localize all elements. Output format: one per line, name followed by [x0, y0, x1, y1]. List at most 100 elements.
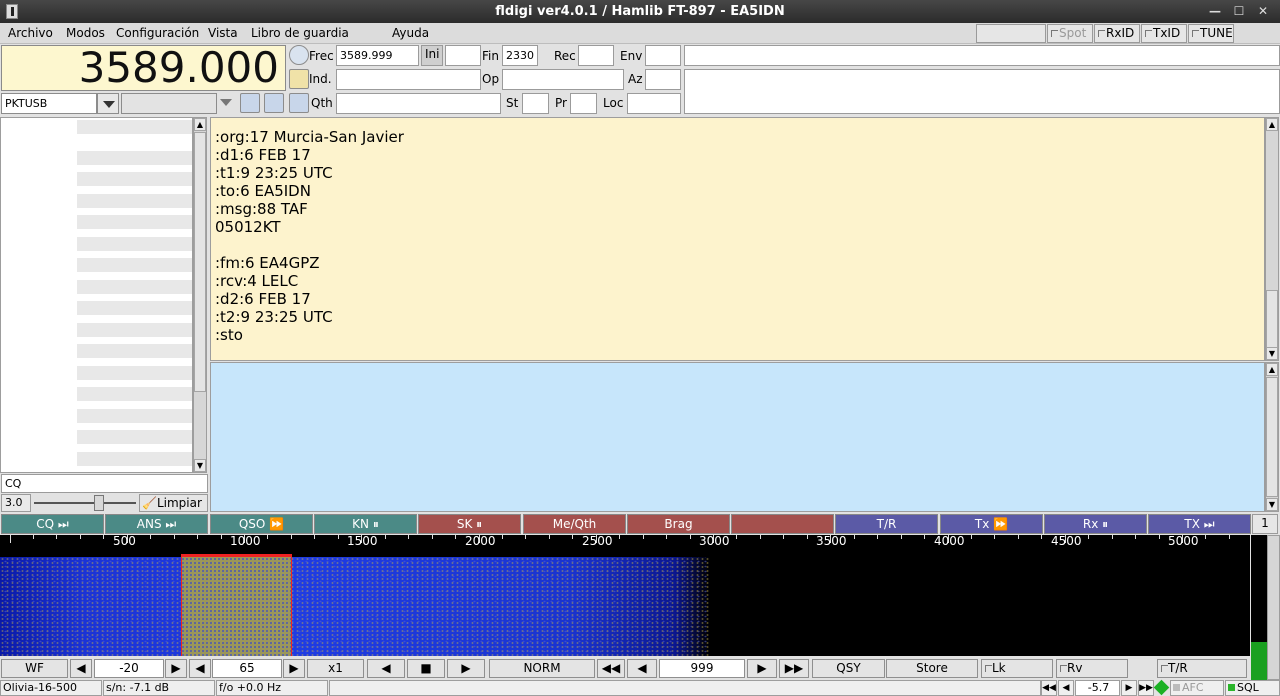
tr-toggle[interactable]: T/R: [1157, 659, 1247, 678]
bandwidth-dropdown-icon[interactable]: [220, 99, 232, 106]
macro-button-12[interactable]: TX ⏭: [1148, 514, 1251, 534]
range-up-button[interactable]: ▶: [283, 659, 305, 678]
spot-toggle[interactable]: Spot: [1047, 24, 1093, 43]
frequency-display[interactable]: 3589.000: [1, 45, 286, 91]
waterfall-scrollbar[interactable]: [1267, 535, 1280, 680]
txid-toggle[interactable]: TxID: [1141, 24, 1187, 43]
maximize-icon[interactable]: ☐: [1230, 3, 1248, 19]
ruler-tick: [56, 535, 57, 539]
zoom-button[interactable]: x1: [307, 659, 364, 678]
notes-field[interactable]: [684, 45, 1280, 66]
browser-search-field[interactable]: CQ: [1, 474, 208, 493]
fin-field[interactable]: 2330: [502, 45, 538, 66]
rig-refresh-icon[interactable]: [240, 93, 260, 113]
menu-vista[interactable]: Vista: [208, 26, 238, 40]
wf-mode-button[interactable]: WF: [1, 659, 68, 678]
app-icon[interactable]: [6, 4, 18, 19]
fast-right-button[interactable]: ▶▶: [779, 659, 809, 678]
sql-toggle[interactable]: SQL: [1225, 680, 1280, 696]
atten-up-icon[interactable]: ▶: [1121, 680, 1137, 696]
pr-field[interactable]: [570, 93, 597, 114]
st-field[interactable]: [522, 93, 549, 114]
fast-left-button[interactable]: ◀◀: [597, 659, 625, 678]
speed-button[interactable]: NORM: [489, 659, 595, 678]
frec-field[interactable]: 3589.999: [336, 45, 419, 66]
macro-button-3[interactable]: QSO ⏩: [210, 514, 313, 534]
slow-left-button[interactable]: ◀: [367, 659, 405, 678]
rxid-toggle[interactable]: RxID: [1094, 24, 1140, 43]
menu-ayuda[interactable]: Ayuda: [392, 26, 429, 40]
globe-icon[interactable]: [289, 45, 309, 65]
ruler-tick: [525, 535, 526, 539]
menu-modos[interactable]: Modos: [66, 26, 105, 40]
range-down-button[interactable]: ◀: [189, 659, 211, 678]
loc-field[interactable]: [627, 93, 681, 114]
clear-browser-button[interactable]: 🧹Limpiar: [139, 494, 208, 512]
macro-bank-button[interactable]: 1: [1252, 514, 1278, 534]
callsign-field[interactable]: [336, 69, 481, 90]
menu-archivo[interactable]: Archivo: [8, 26, 53, 40]
squelch-slider-handle[interactable]: [94, 495, 104, 511]
atten-fast-down-icon[interactable]: ◀◀: [1041, 680, 1057, 696]
left-button[interactable]: ◀: [627, 659, 657, 678]
macro-button-1[interactable]: CQ ⏭: [1, 514, 104, 534]
mode-dropdown-icon[interactable]: [97, 93, 119, 114]
save-log-icon[interactable]: [289, 93, 309, 113]
ruler-tick: [221, 535, 222, 539]
menu-configuracion[interactable]: Configuración: [116, 26, 199, 40]
minimize-icon[interactable]: —: [1206, 3, 1224, 19]
ref-level-field[interactable]: -20: [94, 659, 164, 678]
ini-button[interactable]: Ini: [421, 45, 443, 66]
bandwidth-select[interactable]: [121, 93, 217, 114]
atten-fast-up-icon[interactable]: ▶▶: [1138, 680, 1154, 696]
ref-up-button[interactable]: ▶: [165, 659, 187, 678]
transmit-text-pane[interactable]: [210, 362, 1265, 512]
frequency-ruler[interactable]: 500 1000 1500 2000 2500 3000 3500 4000 4500 5000: [0, 534, 1250, 558]
right-button[interactable]: ▶: [747, 659, 777, 678]
macro-button-5[interactable]: SK ⏸: [418, 514, 521, 534]
rig-memory-icon[interactable]: [264, 93, 284, 113]
macro-button-8[interactable]: [731, 514, 834, 534]
qth-field[interactable]: [336, 93, 501, 114]
tune-toggle[interactable]: TUNE: [1188, 24, 1234, 43]
macro-button-11[interactable]: Rx ⏸: [1044, 514, 1147, 534]
menu-libro-de-guardia[interactable]: Libro de guardia: [251, 26, 349, 40]
mode-select[interactable]: PKTUSB: [1, 93, 97, 114]
reverse-toggle[interactable]: Rv: [1056, 659, 1128, 678]
macro-button-6[interactable]: Me/Qth: [523, 514, 626, 534]
atten-down-icon[interactable]: ◀: [1058, 680, 1074, 696]
rx-scrollbar[interactable]: ▲ ▼: [1265, 117, 1279, 361]
range-field[interactable]: 65: [212, 659, 282, 678]
slow-right-button[interactable]: ▶: [447, 659, 485, 678]
stop-button[interactable]: ■: [407, 659, 445, 678]
store-button[interactable]: Store: [886, 659, 978, 678]
macro-button-9[interactable]: T/R: [835, 514, 938, 534]
macro-button-2[interactable]: ANS ⏭: [105, 514, 208, 534]
signal-browser[interactable]: [0, 117, 193, 473]
blank-toggle[interactable]: [976, 24, 1046, 43]
waterfall[interactable]: [0, 557, 1250, 656]
az-field[interactable]: [645, 69, 681, 90]
mode-status[interactable]: Olivia-16-500: [0, 680, 102, 696]
rec-field[interactable]: [578, 45, 614, 66]
macro-button-10[interactable]: Tx ⏩: [940, 514, 1043, 534]
atten-value[interactable]: -5.7: [1075, 680, 1120, 696]
qsy-button[interactable]: QSY: [812, 659, 885, 678]
afc-toggle[interactable]: AFC: [1170, 680, 1224, 696]
close-icon[interactable]: ✕: [1254, 3, 1272, 19]
receive-text-pane[interactable]: :org:17 Murcia-San Javier :d1:6 FEB 17 :…: [210, 117, 1265, 361]
browser-scrollbar[interactable]: ▲ ▼: [193, 117, 207, 473]
squelch-slider[interactable]: [34, 502, 136, 504]
ruler-label: 5000: [1168, 534, 1199, 548]
env-field[interactable]: [645, 45, 681, 66]
lock-toggle[interactable]: Lk: [981, 659, 1053, 678]
carrier-field[interactable]: 999: [659, 659, 745, 678]
ref-down-button[interactable]: ◀: [70, 659, 92, 678]
macro-button-4[interactable]: KN ⏸: [314, 514, 417, 534]
tx-scrollbar[interactable]: ▲ ▼: [1265, 362, 1279, 512]
op-field[interactable]: [502, 69, 624, 90]
ini-field[interactable]: [445, 45, 481, 66]
macro-button-7[interactable]: Brag: [627, 514, 730, 534]
log-notes-area[interactable]: [684, 69, 1280, 114]
clear-log-icon[interactable]: [289, 69, 309, 89]
